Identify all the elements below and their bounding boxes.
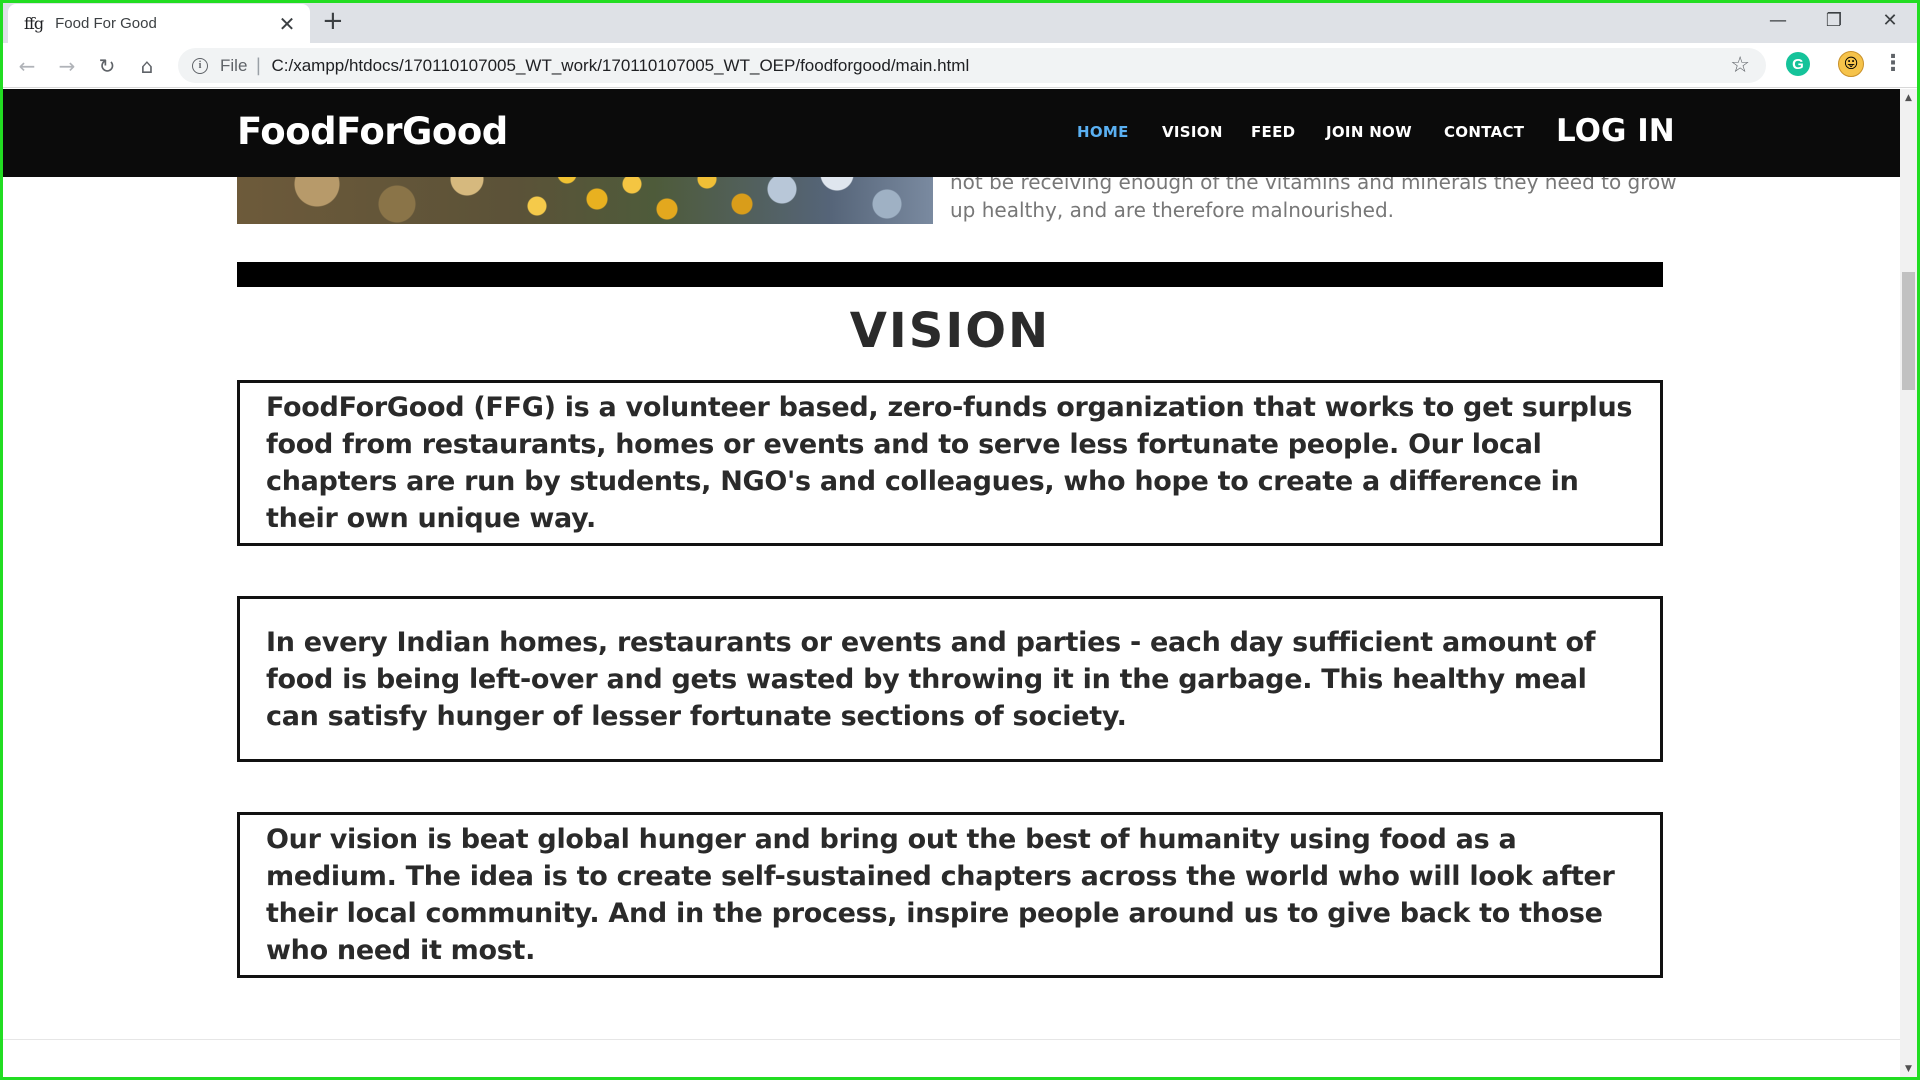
nav-feed[interactable]: FEED: [1251, 123, 1295, 141]
section-separator-line: [3, 1039, 1900, 1040]
profile-avatar-icon[interactable]: 😛: [1838, 51, 1864, 77]
tab-strip: ffg Food For Good ✕ + — ❐ ✕: [0, 0, 1920, 43]
nav-home[interactable]: HOME: [1077, 123, 1129, 141]
url-text[interactable]: C:/xampp/htdocs/170110107005_WT_work/170…: [271, 56, 969, 76]
reload-button[interactable]: ↻: [93, 52, 121, 80]
scheme-label: File: [220, 55, 248, 75]
vision-card: In every Indian homes, restaurants or ev…: [237, 596, 1663, 762]
grammarly-extension-icon[interactable]: G: [1786, 52, 1810, 76]
forward-button[interactable]: →: [53, 52, 81, 80]
login-link[interactable]: LOG IN: [1556, 113, 1675, 149]
vision-card: Our vision is beat global hunger and bri…: [237, 812, 1663, 978]
browser-tab[interactable]: ffg Food For Good ✕: [8, 4, 310, 43]
nav-contact[interactable]: CONTACT: [1444, 123, 1524, 141]
vision-heading: VISION: [849, 303, 1051, 359]
browser-menu-icon[interactable]: ⋮: [1882, 51, 1904, 76]
site-navbar: FoodForGood HOME VISION FEED JOIN NOW CO…: [3, 89, 1900, 177]
home-button[interactable]: ⌂: [133, 52, 161, 80]
nav-vision[interactable]: VISION: [1162, 123, 1223, 141]
restore-button[interactable]: ❐: [1806, 2, 1862, 38]
bookmark-star-icon[interactable]: ☆: [1730, 53, 1750, 78]
section-divider-bar: [237, 262, 1663, 287]
address-bar[interactable]: i File | C:/xampp/htdocs/170110107005_WT…: [178, 48, 1766, 83]
close-tab-icon[interactable]: ✕: [276, 12, 298, 36]
info-icon[interactable]: i: [192, 57, 208, 74]
vision-card-text: FoodForGood (FFG) is a volunteer based, …: [266, 392, 1633, 534]
scroll-up-arrow-icon[interactable]: ▲: [1900, 89, 1917, 106]
scroll-down-arrow-icon[interactable]: ▼: [1900, 1060, 1917, 1077]
vision-card-text: Our vision is beat global hunger and bri…: [266, 824, 1615, 966]
address-separator: |: [255, 55, 262, 76]
browser-toolbar: ← → ↻ ⌂ i File | C:/xampp/htdocs/1701101…: [0, 43, 1920, 88]
site-logo[interactable]: FoodForGood: [237, 110, 508, 153]
page-scrollbar[interactable]: ▲ ▼: [1900, 89, 1917, 1077]
vision-card: FoodForGood (FFG) is a volunteer based, …: [237, 380, 1663, 546]
scroll-thumb[interactable]: [1902, 272, 1915, 390]
favicon-icon: ffg: [24, 14, 44, 33]
close-window-button[interactable]: ✕: [1862, 2, 1918, 38]
back-button[interactable]: ←: [13, 52, 41, 80]
page-viewport: not be receiving enough of the vitamins …: [3, 89, 1900, 1077]
new-tab-button[interactable]: +: [322, 6, 344, 36]
nav-join-now[interactable]: JOIN NOW: [1326, 123, 1412, 141]
vision-card-text: In every Indian homes, restaurants or ev…: [266, 626, 1596, 732]
minimize-button[interactable]: —: [1750, 2, 1806, 38]
tab-title: Food For Good: [55, 15, 157, 32]
